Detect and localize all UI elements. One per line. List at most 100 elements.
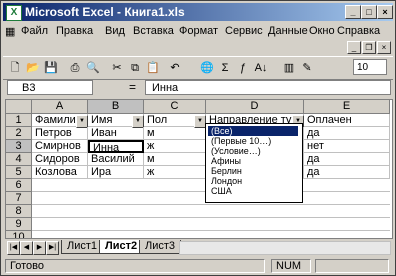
row-header-5[interactable]: 5 xyxy=(6,166,32,179)
empty-row[interactable] xyxy=(32,205,390,218)
function-icon[interactable]: ƒ xyxy=(235,60,251,76)
row-header-3[interactable]: 3 xyxy=(6,140,32,153)
doc-minimize-button[interactable]: _ xyxy=(347,41,361,54)
row-header-10[interactable]: 10 xyxy=(6,231,32,238)
cell-e1[interactable]: Оплачен xyxy=(304,114,390,127)
menu-view[interactable]: Вид xyxy=(105,25,125,37)
worksheet-grid: A B C D E 1 2 3 4 5 6 7 8 9 10 Фамилия ▼… xyxy=(5,99,393,239)
minimize-button[interactable]: _ xyxy=(345,5,361,19)
formula-input[interactable]: Инна xyxy=(145,80,391,95)
col-header-c[interactable]: C xyxy=(144,100,206,114)
dropdown-item-top10[interactable]: (Первые 10…) xyxy=(208,136,298,146)
menu-data[interactable]: Данные xyxy=(268,25,308,37)
cell-e2[interactable]: да xyxy=(304,127,390,140)
cut-icon[interactable]: ✂ xyxy=(109,60,125,76)
last-sheet-icon[interactable]: ▶| xyxy=(46,241,59,255)
cell-b3-active[interactable]: Инна xyxy=(88,140,144,153)
new-icon[interactable]: 🗋 xyxy=(7,60,23,76)
menu-tools[interactable]: Сервис xyxy=(225,25,263,37)
row-header-8[interactable]: 8 xyxy=(6,205,32,218)
empty-row[interactable] xyxy=(32,218,390,231)
paste-icon[interactable]: 📋 xyxy=(145,60,161,76)
excel-icon: X xyxy=(6,5,22,21)
zoom-select[interactable]: 10 xyxy=(353,59,387,75)
tab-sheet2[interactable]: Лист2 xyxy=(99,240,144,254)
sheet-tabs-bar: |◀ ◀ ▶ ▶| Лист1 Лист2 Лист3 xyxy=(3,239,393,255)
dropdown-item-all[interactable]: (Все) xyxy=(208,126,298,136)
col-header-a[interactable]: A xyxy=(32,100,88,114)
row-header-2[interactable]: 2 xyxy=(6,127,32,140)
chart-icon[interactable]: ▥ xyxy=(281,60,297,76)
menu-bar: ▦ Файл Правка Вид Вставка Формат Сервис … xyxy=(3,22,393,40)
cell-b2[interactable]: Иван xyxy=(88,127,144,140)
standard-toolbar: 🗋 📂 💾 ⎙ 🔍 ✂ ⧉ 📋 ↶ 🌐 Σ ƒ A↓ ▥ ✎ 10 xyxy=(3,56,393,80)
dropdown-item-london[interactable]: Лондон xyxy=(208,176,298,186)
cell-c5[interactable]: ж xyxy=(144,166,206,179)
prev-sheet-icon[interactable]: ◀ xyxy=(20,241,33,255)
col-header-d[interactable]: D xyxy=(206,100,304,114)
status-bar: Готово NUM xyxy=(3,258,393,274)
menu-help[interactable]: Справка xyxy=(337,25,380,37)
hyperlink-icon[interactable]: 🌐 xyxy=(199,60,215,76)
cell-b4[interactable]: Василий xyxy=(88,153,144,166)
copy-icon[interactable]: ⧉ xyxy=(127,60,143,76)
window-title: Microsoft Excel - Книга1.xls xyxy=(25,5,185,19)
cell-e4[interactable]: да xyxy=(304,153,390,166)
doc-restore-button[interactable]: ❐ xyxy=(362,41,376,54)
excel-window: X Microsoft Excel - Книга1.xls _ □ × ▦ Ф… xyxy=(0,0,396,276)
status-empty xyxy=(315,259,389,273)
dropdown-item-usa[interactable]: США xyxy=(208,186,298,196)
cell-c2[interactable]: м xyxy=(144,127,206,140)
empty-row[interactable] xyxy=(32,231,390,238)
autosum-icon[interactable]: Σ xyxy=(217,60,233,76)
row-header-9[interactable]: 9 xyxy=(6,218,32,231)
menu-file[interactable]: Файл xyxy=(21,25,48,37)
maximize-button[interactable]: □ xyxy=(361,5,377,19)
menu-format[interactable]: Формат xyxy=(179,25,218,37)
col-header-e[interactable]: E xyxy=(304,100,390,114)
excel-doc-icon[interactable]: ▦ xyxy=(5,25,15,38)
sort-icon[interactable]: A↓ xyxy=(253,60,269,76)
next-sheet-icon[interactable]: ▶ xyxy=(33,241,46,255)
horizontal-scrollbar[interactable] xyxy=(179,241,391,255)
row-header-7[interactable]: 7 xyxy=(6,192,32,205)
select-all-corner[interactable] xyxy=(6,100,32,114)
cell-b5[interactable]: Ира xyxy=(88,166,144,179)
menu-edit[interactable]: Правка xyxy=(56,25,93,37)
cell-a3[interactable]: Смирнов xyxy=(32,140,88,153)
tab-sheet3[interactable]: Лист3 xyxy=(139,240,182,254)
dropdown-item-athens[interactable]: Афины xyxy=(208,156,298,166)
row-header-6[interactable]: 6 xyxy=(6,179,32,192)
cell-e3[interactable]: нет xyxy=(304,140,390,153)
row-header-1[interactable]: 1 xyxy=(6,114,32,127)
status-ready: Готово xyxy=(5,259,265,273)
equals-sign[interactable]: = xyxy=(129,80,136,94)
drawing-icon[interactable]: ✎ xyxy=(299,60,315,76)
cell-a2[interactable]: Петров xyxy=(32,127,88,140)
col-header-b[interactable]: B xyxy=(88,100,144,114)
save-icon[interactable]: 💾 xyxy=(43,60,59,76)
dropdown-item-berlin[interactable]: Берлин xyxy=(208,166,298,176)
row-header-4[interactable]: 4 xyxy=(6,153,32,166)
undo-icon[interactable]: ↶ xyxy=(167,60,183,76)
doc-close-button[interactable]: × xyxy=(377,41,391,54)
open-icon[interactable]: 📂 xyxy=(25,60,41,76)
title-bar: X Microsoft Excel - Книга1.xls _ □ × xyxy=(3,3,393,21)
menu-insert[interactable]: Вставка xyxy=(133,25,174,37)
cell-e5[interactable]: да xyxy=(304,166,390,179)
menu-window[interactable]: Окно xyxy=(309,25,335,37)
print-icon[interactable]: ⎙ xyxy=(67,60,83,76)
close-button[interactable]: × xyxy=(377,5,393,19)
formula-bar: B3 = Инна xyxy=(3,79,393,97)
cell-c4[interactable]: м xyxy=(144,153,206,166)
first-sheet-icon[interactable]: |◀ xyxy=(7,241,20,255)
cell-a4[interactable]: Сидоров xyxy=(32,153,88,166)
cell-c3[interactable]: ж xyxy=(144,140,206,153)
tab-sheet1[interactable]: Лист1 xyxy=(61,240,104,254)
name-box[interactable]: B3 xyxy=(7,80,93,95)
preview-icon[interactable]: 🔍 xyxy=(85,60,101,76)
autofilter-dropdown: (Все) (Первые 10…) (Условие…) Афины Берл… xyxy=(205,123,303,203)
cell-a5[interactable]: Козлова xyxy=(32,166,88,179)
dropdown-item-custom[interactable]: (Условие…) xyxy=(208,146,298,156)
status-num: NUM xyxy=(271,259,311,273)
